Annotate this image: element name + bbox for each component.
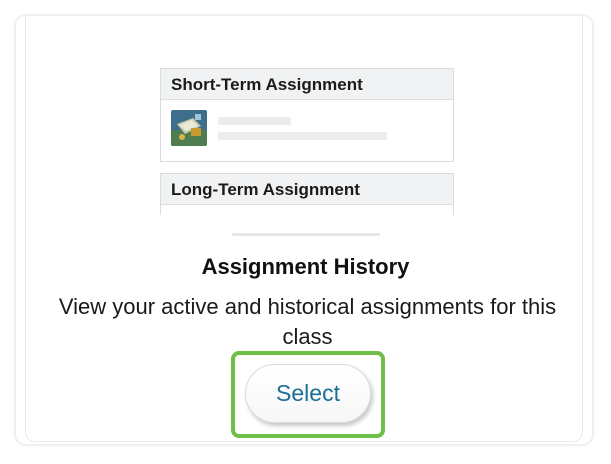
card-title: Assignment History [201,254,410,279]
short-term-assignment-header: Short-Term Assignment [161,69,453,100]
long-term-assignment-illustration: Long-Term Assignment [160,173,454,215]
select-button[interactable]: Select [245,364,371,423]
placeholder-line [218,117,291,125]
short-term-assignment-illustration: Short-Term Assignment [160,68,454,162]
assignment-thumbnail-icon [171,110,207,146]
divider [232,233,380,236]
placeholder-line [218,132,387,140]
page: Short-Term Assignment Long-Term Assignme… [0,0,611,464]
long-term-assignment-header: Long-Term Assignment [161,174,453,205]
card-description: View your active and historical assignme… [58,294,557,349]
